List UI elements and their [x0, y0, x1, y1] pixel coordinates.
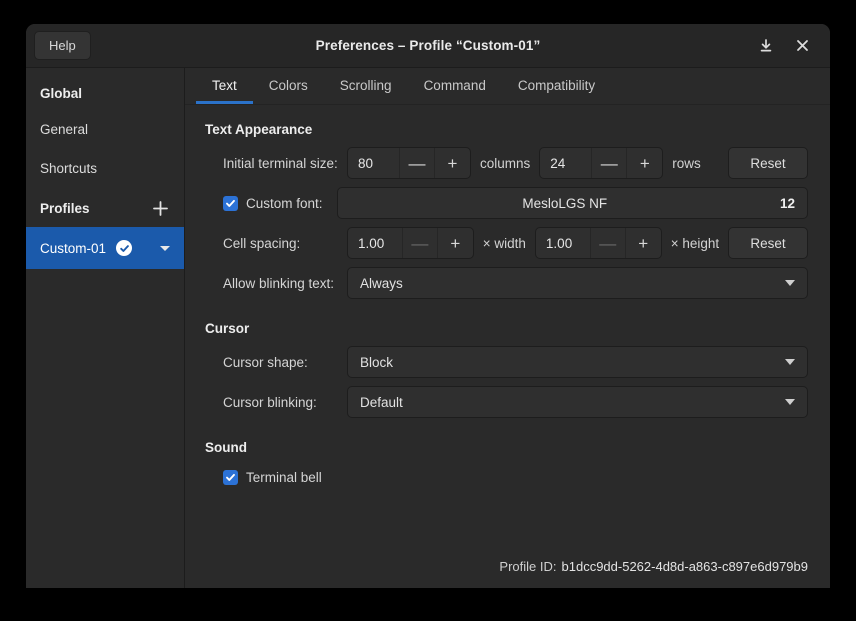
cursor-blinking-value: Default: [360, 395, 403, 410]
columns-plus-button[interactable]: +: [435, 148, 470, 178]
label-initial-terminal-size: Initial terminal size:: [205, 156, 347, 171]
window-title: Preferences – Profile “Custom-01”: [26, 38, 830, 53]
tab-compatibility[interactable]: Compatibility: [502, 78, 611, 104]
custom-font-checkbox-label[interactable]: Custom font:: [205, 196, 323, 211]
allow-blinking-text-select[interactable]: Always: [347, 267, 808, 299]
tab-scrolling[interactable]: Scrolling: [324, 78, 408, 104]
preferences-window: Help Preferences – Profile “Custom-01” G…: [26, 24, 830, 588]
cell-height-value[interactable]: 1.00: [536, 228, 591, 258]
cell-width-plus-button[interactable]: +: [438, 228, 473, 258]
row-cursor-shape: Cursor shape: Block: [205, 346, 808, 378]
reset-cell-spacing-button[interactable]: Reset: [728, 227, 808, 259]
tab-bar: Text Colors Scrolling Command Compatibil…: [185, 68, 830, 105]
section-title-text-appearance: Text Appearance: [205, 122, 808, 137]
profile-id-label: Profile ID:: [499, 559, 556, 574]
cursor-shape-select[interactable]: Block: [347, 346, 808, 378]
close-icon[interactable]: [792, 36, 812, 56]
sidebar-item-general[interactable]: General: [26, 110, 184, 149]
sidebar-profile-label: Custom-01: [40, 241, 106, 256]
chevron-down-icon[interactable]: [160, 246, 170, 251]
row-cell-spacing: Cell spacing: 1.00 — + × width 1.00 — + …: [205, 227, 808, 259]
chevron-down-icon: [785, 399, 795, 405]
sidebar: Global General Shortcuts Profiles Custom…: [26, 68, 185, 588]
label-allow-blinking-text: Allow blinking text:: [205, 276, 347, 291]
chevron-down-icon: [785, 359, 795, 365]
sidebar-header-global-label: Global: [40, 86, 82, 101]
rows-minus-button[interactable]: —: [592, 148, 627, 178]
sidebar-item-general-label: General: [40, 122, 88, 137]
section-title-cursor: Cursor: [205, 321, 808, 336]
profile-id-footer: Profile ID: b1dcc9dd-5262-4d8d-a863-c897e…: [499, 559, 808, 574]
columns-unit-label: columns: [480, 156, 530, 171]
custom-font-checkbox[interactable]: [223, 196, 238, 211]
sidebar-item-profile-custom-01[interactable]: Custom-01: [26, 227, 184, 269]
sidebar-header-profiles-label: Profiles: [40, 201, 90, 216]
cell-height-plus-button[interactable]: +: [626, 228, 661, 258]
sidebar-header-global: Global: [26, 76, 184, 110]
label-cell-spacing: Cell spacing:: [205, 236, 347, 251]
terminal-bell-checkbox-label[interactable]: Terminal bell: [205, 470, 322, 485]
columns-stepper[interactable]: 80 — +: [347, 147, 471, 179]
rows-plus-button[interactable]: +: [627, 148, 662, 178]
help-button[interactable]: Help: [34, 31, 91, 60]
cell-width-minus-button[interactable]: —: [403, 228, 438, 258]
section-title-sound: Sound: [205, 440, 808, 455]
cell-width-unit-label: × width: [483, 236, 526, 251]
sidebar-header-profiles: Profiles: [26, 188, 184, 227]
plus-icon[interactable]: [150, 198, 170, 218]
sidebar-item-shortcuts[interactable]: Shortcuts: [26, 149, 184, 188]
window-controls: [756, 36, 822, 56]
title-bar: Help Preferences – Profile “Custom-01”: [26, 24, 830, 68]
terminal-bell-checkbox[interactable]: [223, 470, 238, 485]
profile-id-value: b1dcc9dd-5262-4d8d-a863-c897e6d979b9: [562, 559, 809, 574]
chevron-down-icon: [785, 280, 795, 286]
check-icon: [116, 240, 132, 256]
font-size-value: 12: [780, 196, 795, 211]
tab-colors[interactable]: Colors: [253, 78, 324, 104]
cell-height-minus-button[interactable]: —: [591, 228, 626, 258]
rows-stepper[interactable]: 24 — +: [539, 147, 663, 179]
tab-command[interactable]: Command: [408, 78, 502, 104]
font-picker-button[interactable]: MesloLGS NF 12: [337, 187, 808, 219]
cursor-blinking-select[interactable]: Default: [347, 386, 808, 418]
label-cursor-shape: Cursor shape:: [205, 355, 347, 370]
row-initial-terminal-size: Initial terminal size: 80 — + columns 24…: [205, 147, 808, 179]
tab-text[interactable]: Text: [196, 78, 253, 104]
row-custom-font: Custom font: MesloLGS NF 12: [205, 187, 808, 219]
terminal-bell-label-text: Terminal bell: [246, 470, 322, 485]
label-cursor-blinking: Cursor blinking:: [205, 395, 347, 410]
allow-blinking-text-value: Always: [360, 276, 403, 291]
row-allow-blinking-text: Allow blinking text: Always: [205, 267, 808, 299]
rows-unit-label: rows: [672, 156, 701, 171]
font-name-value: MesloLGS NF: [350, 196, 780, 211]
row-terminal-bell: Terminal bell: [205, 465, 808, 489]
rows-value[interactable]: 24: [540, 148, 592, 178]
download-icon[interactable]: [756, 36, 776, 56]
window-body: Global General Shortcuts Profiles Custom…: [26, 68, 830, 588]
cell-width-value[interactable]: 1.00: [348, 228, 403, 258]
cell-height-stepper[interactable]: 1.00 — +: [535, 227, 662, 259]
row-cursor-blinking: Cursor blinking: Default: [205, 386, 808, 418]
cell-height-unit-label: × height: [671, 236, 719, 251]
text-tab-panel: Text Appearance Initial terminal size: 8…: [185, 105, 830, 588]
custom-font-label-text: Custom font:: [246, 196, 323, 211]
reset-terminal-size-button[interactable]: Reset: [728, 147, 808, 179]
cell-width-stepper[interactable]: 1.00 — +: [347, 227, 474, 259]
columns-minus-button[interactable]: —: [400, 148, 435, 178]
columns-value[interactable]: 80: [348, 148, 400, 178]
cursor-shape-value: Block: [360, 355, 393, 370]
sidebar-item-shortcuts-label: Shortcuts: [40, 161, 97, 176]
content-area: Text Colors Scrolling Command Compatibil…: [185, 68, 830, 588]
